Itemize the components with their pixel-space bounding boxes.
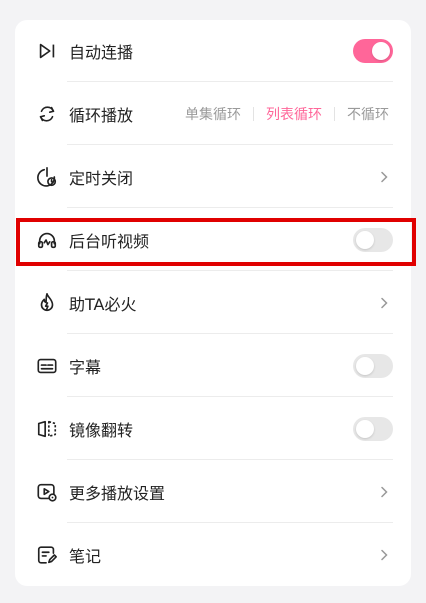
divider (67, 207, 393, 208)
toggle-knob (372, 42, 390, 60)
headphones-icon (35, 228, 59, 252)
auto-connect-label: 自动连播 (69, 43, 134, 62)
timer-close-label: 定时关闭 (69, 169, 134, 188)
background-audio-toggle[interactable] (353, 228, 393, 252)
play-next-icon (35, 39, 59, 63)
divider (67, 81, 393, 82)
background-audio-label: 后台听视频 (69, 232, 150, 251)
notes-row[interactable]: 笔记 (15, 524, 411, 586)
chevron-right-icon (377, 170, 391, 184)
divider (67, 459, 393, 460)
note-icon (35, 543, 59, 567)
fire-icon (35, 291, 59, 315)
notes-label: 笔记 (69, 547, 102, 566)
help-ta-row[interactable]: 助TA必火 (15, 272, 411, 334)
chevron-right-icon (377, 296, 391, 310)
more-settings-label: 更多播放设置 (69, 484, 166, 503)
auto-connect-toggle[interactable] (353, 39, 393, 63)
loop-play-label: 循环播放 (69, 106, 134, 125)
timer-close-row[interactable]: 定时关闭 (15, 146, 411, 208)
more-settings-row[interactable]: 更多播放设置 (15, 461, 411, 523)
divider (67, 333, 393, 334)
toggle-knob (356, 357, 374, 375)
subtitles-toggle[interactable] (353, 354, 393, 378)
mirror-flip-label: 镜像翻转 (69, 421, 134, 440)
subtitles-label: 字幕 (69, 358, 102, 377)
chevron-right-icon (377, 485, 391, 499)
divider (67, 270, 393, 271)
mirror-flip-toggle[interactable] (353, 417, 393, 441)
auto-connect-row[interactable]: 自动连播 (15, 20, 411, 82)
loop-option-none[interactable]: 不循环 (335, 104, 401, 124)
play-settings-icon (35, 480, 59, 504)
loop-option-single[interactable]: 单集循环 (173, 104, 253, 124)
background-audio-row[interactable]: 后台听视频 (15, 209, 411, 271)
chevron-right-icon (377, 548, 391, 562)
subtitle-icon (35, 354, 59, 378)
loop-option-list[interactable]: 列表循环 (254, 104, 334, 124)
toggle-knob (356, 420, 374, 438)
help-ta-label: 助TA必火 (69, 295, 137, 314)
toggle-knob (356, 231, 374, 249)
loop-play-row: 循环播放 单集循环 列表循环 不循环 (15, 83, 411, 145)
timer-icon (35, 165, 59, 189)
subtitles-row[interactable]: 字幕 (15, 335, 411, 397)
loop-mode-selector: 单集循环 列表循环 不循环 (173, 83, 401, 145)
loop-icon (35, 102, 59, 126)
divider (67, 522, 393, 523)
divider (67, 144, 393, 145)
mirror-icon (35, 417, 59, 441)
divider (67, 396, 393, 397)
mirror-flip-row[interactable]: 镜像翻转 (15, 398, 411, 460)
settings-panel: 自动连播 循环播放 单集循环 列表循环 不循环 定时关闭 后台听视频 助TA必火… (15, 20, 411, 586)
